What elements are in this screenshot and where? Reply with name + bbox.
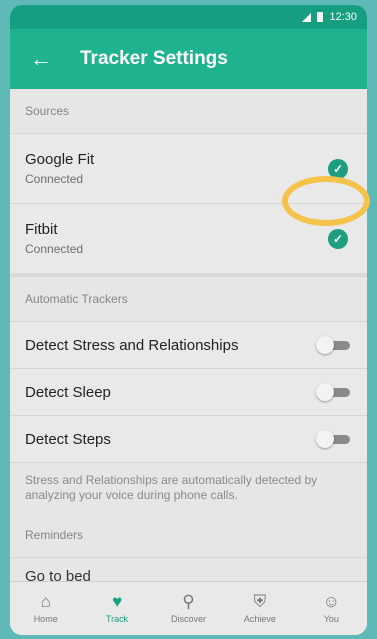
nav-item-you[interactable]: ☺ You: [296, 582, 367, 635]
page-title: Tracker Settings: [80, 48, 228, 69]
tracker-name: Detect Sleep: [25, 383, 111, 401]
toggle-knob: [316, 383, 334, 401]
nav-label: Achieve: [243, 614, 276, 624]
shield-icon: ⛨: [253, 592, 267, 611]
trackers-note: Stress and Relationships are automatical…: [10, 462, 367, 513]
heart-icon: ♥: [112, 592, 123, 611]
nav-item-achieve[interactable]: ⛨ Achieve: [224, 582, 295, 635]
toggle-knob: [316, 336, 334, 354]
source-row-google-fit[interactable]: Google Fit Connected ✓: [10, 133, 367, 203]
source-status: Connected: [25, 242, 84, 256]
search-icon: ⚲: [182, 592, 195, 611]
app-bar: ← Tracker Settings: [10, 29, 367, 89]
tracker-name: Detect Stress and Relationships: [25, 336, 239, 354]
settings-list[interactable]: Sources Google Fit Connected ✓ Fitbit Co…: [10, 89, 367, 581]
toggle-switch[interactable]: [316, 383, 352, 401]
tracker-name: Detect Steps: [25, 430, 111, 448]
nav-label: Discover: [171, 614, 207, 624]
check-icon[interactable]: ✓: [328, 158, 348, 179]
battery-icon: [317, 12, 324, 22]
signal-icon: [302, 12, 312, 22]
nav-label: You: [323, 614, 339, 624]
nav-label: Track: [106, 614, 129, 624]
source-name: Fitbit: [25, 221, 58, 238]
nav-item-discover[interactable]: ⚲ Discover: [153, 582, 224, 635]
check-icon[interactable]: ✓: [328, 228, 348, 249]
phone-screen: 12:30 ← Tracker Settings Sources Google …: [10, 5, 367, 635]
back-arrow-icon[interactable]: ←: [30, 46, 66, 72]
source-name: Google Fit: [25, 151, 95, 168]
section-header-reminders: Reminders: [10, 513, 367, 557]
tracker-row-steps[interactable]: Detect Steps: [10, 415, 367, 462]
person-icon: ☺: [322, 592, 340, 611]
home-icon: ⌂: [40, 592, 51, 611]
status-time: 12:30: [329, 11, 357, 23]
toggle-switch[interactable]: [316, 430, 352, 448]
tracker-row-stress[interactable]: Detect Stress and Relationships: [10, 321, 367, 368]
nav-item-track[interactable]: ♥ Track: [81, 582, 152, 635]
nav-label: Home: [33, 614, 58, 624]
toggle-switch[interactable]: [316, 336, 352, 354]
tracker-row-sleep[interactable]: Detect Sleep: [10, 368, 367, 415]
status-bar: 12:30: [10, 5, 367, 29]
section-header-sources: Sources: [10, 89, 367, 133]
bottom-navigation: ⌂ Home ♥ Track ⚲ Discover ⛨ Achieve ☺ Yo…: [10, 581, 367, 635]
reminder-row[interactable]: Go to bed: [10, 557, 367, 581]
toggle-knob: [316, 430, 334, 448]
nav-item-home[interactable]: ⌂ Home: [10, 582, 81, 635]
source-status: Connected: [25, 172, 84, 186]
section-header-automatic-trackers: Automatic Trackers: [10, 277, 367, 321]
source-row-fitbit[interactable]: Fitbit Connected ✓: [10, 203, 367, 273]
